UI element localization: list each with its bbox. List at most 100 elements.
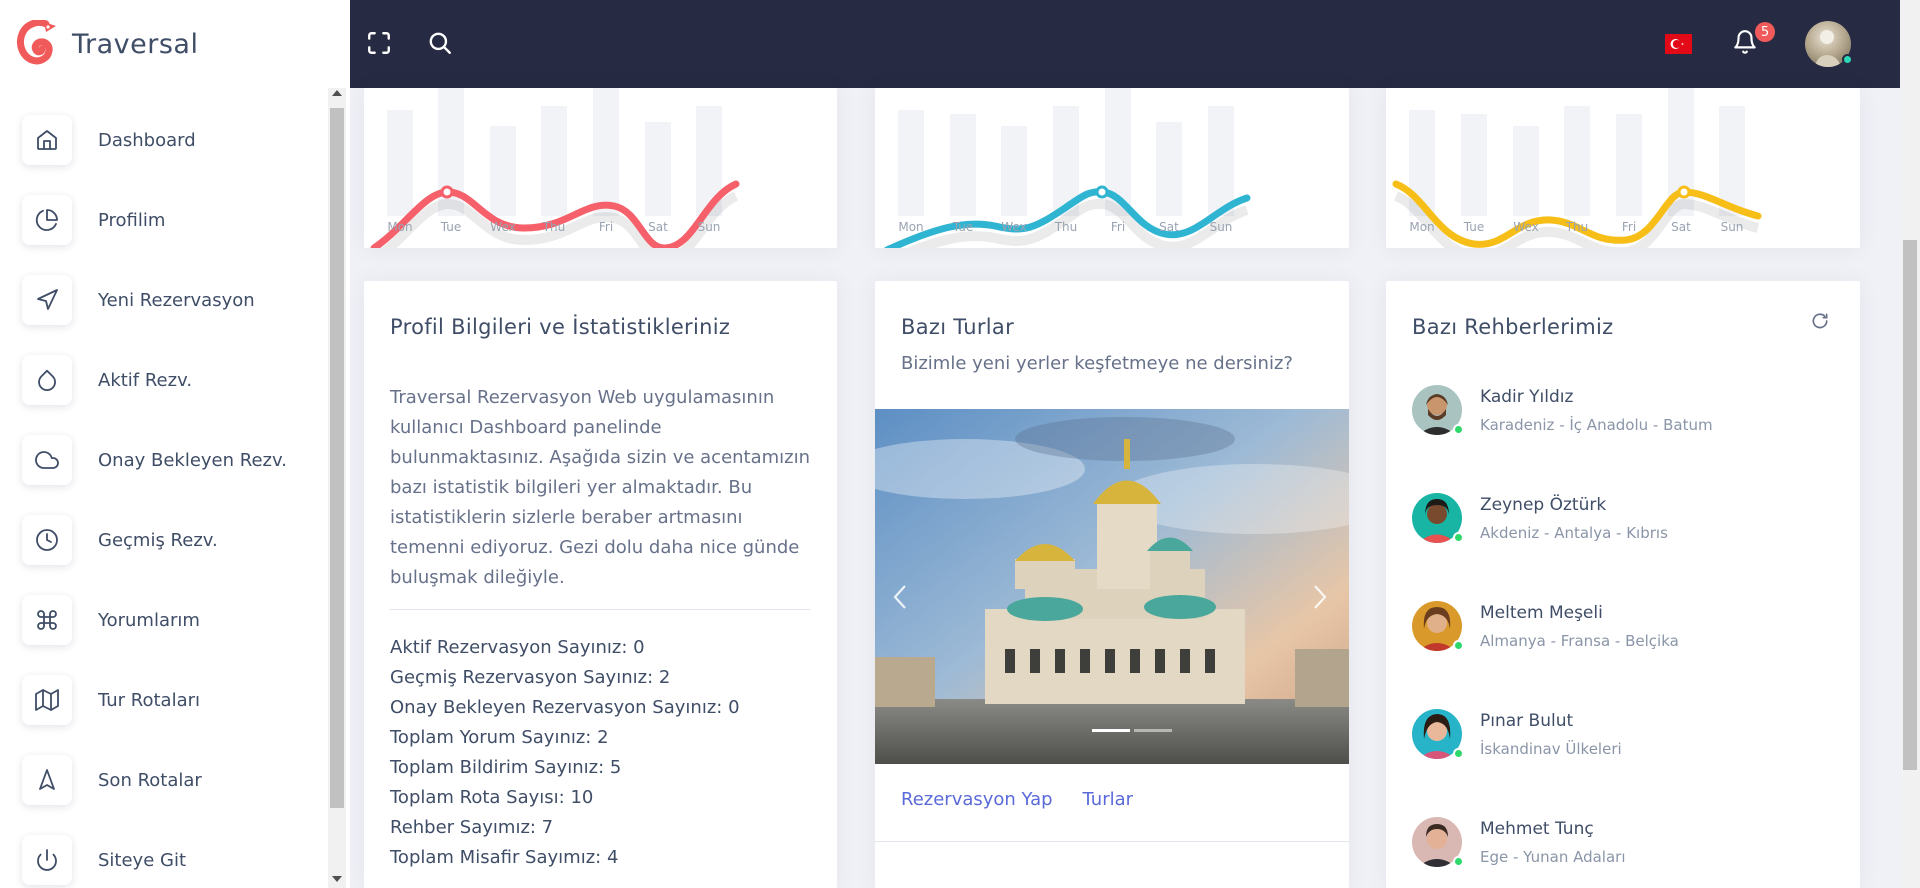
carousel-prev-button[interactable] (885, 579, 915, 615)
guide-item[interactable]: Mehmet Tunç Ege - Yunan Adaları (1412, 817, 1832, 877)
sidebar-item-label: Tur Rotaları (98, 689, 201, 711)
sidebar-item-siteye-git[interactable]: Siteye Git (22, 820, 322, 888)
day-label: Tue (952, 220, 974, 234)
chart-bar (1461, 114, 1487, 216)
weekly-chart-card-2: Mon Tue Wex Thu Fri Sat Sun (875, 88, 1349, 248)
guide-route: Ege - Yunan Adaları (1480, 848, 1626, 866)
guide-name: Kadir Yıldız (1480, 387, 1574, 407)
chart-bar (1616, 114, 1642, 216)
sidebar-item-label: Yorumlarım (98, 609, 200, 631)
cloud-icon (22, 435, 72, 485)
guide-item[interactable]: Pınar Bulut İskandinav Ülkeleri (1412, 709, 1832, 769)
sidebar-item-yeni-rezervasyon[interactable]: Yeni Rezervasyon (22, 260, 322, 340)
chart-day-labels: Mon Tue Wex Thu Fri Sat Sun (875, 220, 1349, 236)
scroll-up-arrow-icon[interactable] (332, 90, 342, 96)
guide-item[interactable]: Meltem Meşeli Almanya - Fransa - Belçika (1412, 601, 1832, 661)
sidebar-item-label: Geçmiş Rezv. (98, 529, 218, 551)
carousel-indicator[interactable] (1134, 729, 1172, 732)
sidebar-menu: Dashboard Profilim Yeni Rezervasyon Akti… (22, 100, 322, 888)
chart-day-labels: Mon Tue Wex Thu Fri Sat Sun (1386, 220, 1860, 236)
chart-point (440, 185, 454, 199)
sidebar-item-label: Son Rotalar (98, 769, 202, 791)
guide-item[interactable]: Zeynep Öztürk Akdeniz - Antalya - Kıbrıs (1412, 493, 1832, 553)
sidebar-scrollbar-thumb[interactable] (330, 108, 344, 808)
day-label: Wex (490, 220, 516, 234)
online-status-dot (1842, 54, 1853, 65)
carousel-indicators (1092, 729, 1172, 732)
droplet-icon (22, 355, 72, 405)
day-label: Wex (1513, 220, 1539, 234)
sidebar-item-label: Aktif Rezv. (98, 369, 193, 391)
sidebar-item-label: Yeni Rezervasyon (98, 289, 255, 311)
guide-route: Karadeniz - İç Anadolu - Batum (1480, 416, 1713, 434)
guide-name: Pınar Bulut (1480, 711, 1574, 731)
chart-bar (593, 88, 619, 216)
divider (875, 841, 1349, 842)
sidebar-item-onay-bekleyen-rezv[interactable]: Onay Bekleyen Rezv. (22, 420, 322, 500)
sidebar-scrollbar[interactable] (328, 88, 346, 888)
sidebar-item-label: Profilim (98, 209, 166, 231)
day-label: Sun (697, 220, 721, 234)
chart-bar (1719, 106, 1745, 216)
sidebar-item-son-rotalar[interactable]: Son Rotalar (22, 740, 322, 820)
clock-icon (22, 515, 72, 565)
chart-bar (1001, 126, 1027, 216)
day-label: Fri (1110, 220, 1126, 234)
chevron-right-icon (1314, 585, 1327, 609)
stats-list: Aktif Rezervasyon Sayınız: 0 Geçmiş Reze… (390, 633, 740, 873)
brand-name: Traversal (72, 28, 199, 60)
scroll-down-arrow-icon[interactable] (332, 876, 342, 882)
sidebar-item-gecmis-rezv[interactable]: Geçmiş Rezv. (22, 500, 322, 580)
sidebar-item-label: Siteye Git (98, 849, 187, 871)
guide-item[interactable]: Kadir Yıldız Karadeniz - İç Anadolu - Ba… (1412, 385, 1832, 445)
refresh-icon (1812, 313, 1828, 329)
day-label: Mon (387, 220, 413, 234)
card-subtitle: Bizimle yeni yerler keşfetmeye ne dersin… (901, 353, 1293, 374)
home-icon (22, 115, 72, 165)
sidebar-item-profilim[interactable]: Profilim (22, 180, 322, 260)
sidebar-item-yorumlarim[interactable]: Yorumlarım (22, 580, 322, 660)
guide-route: Akdeniz - Antalya - Kıbrıs (1480, 524, 1668, 542)
page-scrollbar[interactable] (1900, 0, 1920, 888)
search-button[interactable] (425, 28, 455, 58)
guides-card: Bazı Rehberlerimiz Kadir Yıldız Karadeni… (1386, 281, 1860, 888)
sidebar-item-label: Onay Bekleyen Rezv. (98, 449, 287, 471)
brand-logo-icon (16, 20, 56, 65)
carousel-indicator[interactable] (1092, 729, 1130, 732)
map-icon (22, 675, 72, 725)
cathedral-photo (875, 409, 1349, 764)
sidebar-item-tur-rotalari[interactable]: Tur Rotaları (22, 660, 322, 740)
sidebar-item-aktif-rezv[interactable]: Aktif Rezv. (22, 340, 322, 420)
online-status-dot (1453, 532, 1464, 543)
guide-name: Meltem Meşeli (1480, 603, 1603, 623)
stat-item: Toplam Yorum Sayınız: 2 (390, 727, 609, 748)
refresh-button[interactable] (1810, 311, 1834, 335)
chart-bar (1564, 106, 1590, 216)
fullscreen-icon (368, 32, 390, 54)
stat-item: Geçmiş Rezervasyon Sayınız: 2 (390, 667, 671, 688)
day-label: Sat (1671, 220, 1691, 234)
reservation-link[interactable]: Rezervasyon Yap (901, 789, 1053, 810)
chart-bar (541, 106, 567, 216)
stat-item: Onay Bekleyen Rezervasyon Sayınız: 0 (390, 697, 740, 718)
carousel-next-button[interactable] (1305, 579, 1335, 615)
day-label: Tue (440, 220, 462, 234)
top-header: 5 (350, 0, 1900, 88)
sidebar-item-dashboard[interactable]: Dashboard (22, 100, 322, 180)
brand[interactable]: Traversal (16, 20, 198, 68)
card-title: Bazı Turlar (901, 315, 1015, 339)
notification-badge: 5 (1755, 22, 1775, 42)
day-label: Sun (1209, 220, 1233, 234)
tour-carousel[interactable] (875, 409, 1349, 764)
day-label: Thu (1565, 220, 1589, 234)
online-status-dot (1453, 748, 1464, 759)
fullscreen-button[interactable] (364, 28, 394, 58)
chart-day-labels: Mon Tue Wex Thu Fri Sat Sun (364, 220, 837, 236)
page-scrollbar-thumb[interactable] (1903, 240, 1917, 770)
tours-link[interactable]: Turlar (1083, 789, 1134, 810)
stat-item: Toplam Rota Sayısı: 10 (390, 787, 594, 808)
stat-item: Toplam Misafir Sayımız: 4 (390, 847, 619, 868)
day-label: Thu (542, 220, 566, 234)
chart-bar (1208, 106, 1234, 216)
turkey-flag-icon[interactable] (1665, 34, 1692, 54)
